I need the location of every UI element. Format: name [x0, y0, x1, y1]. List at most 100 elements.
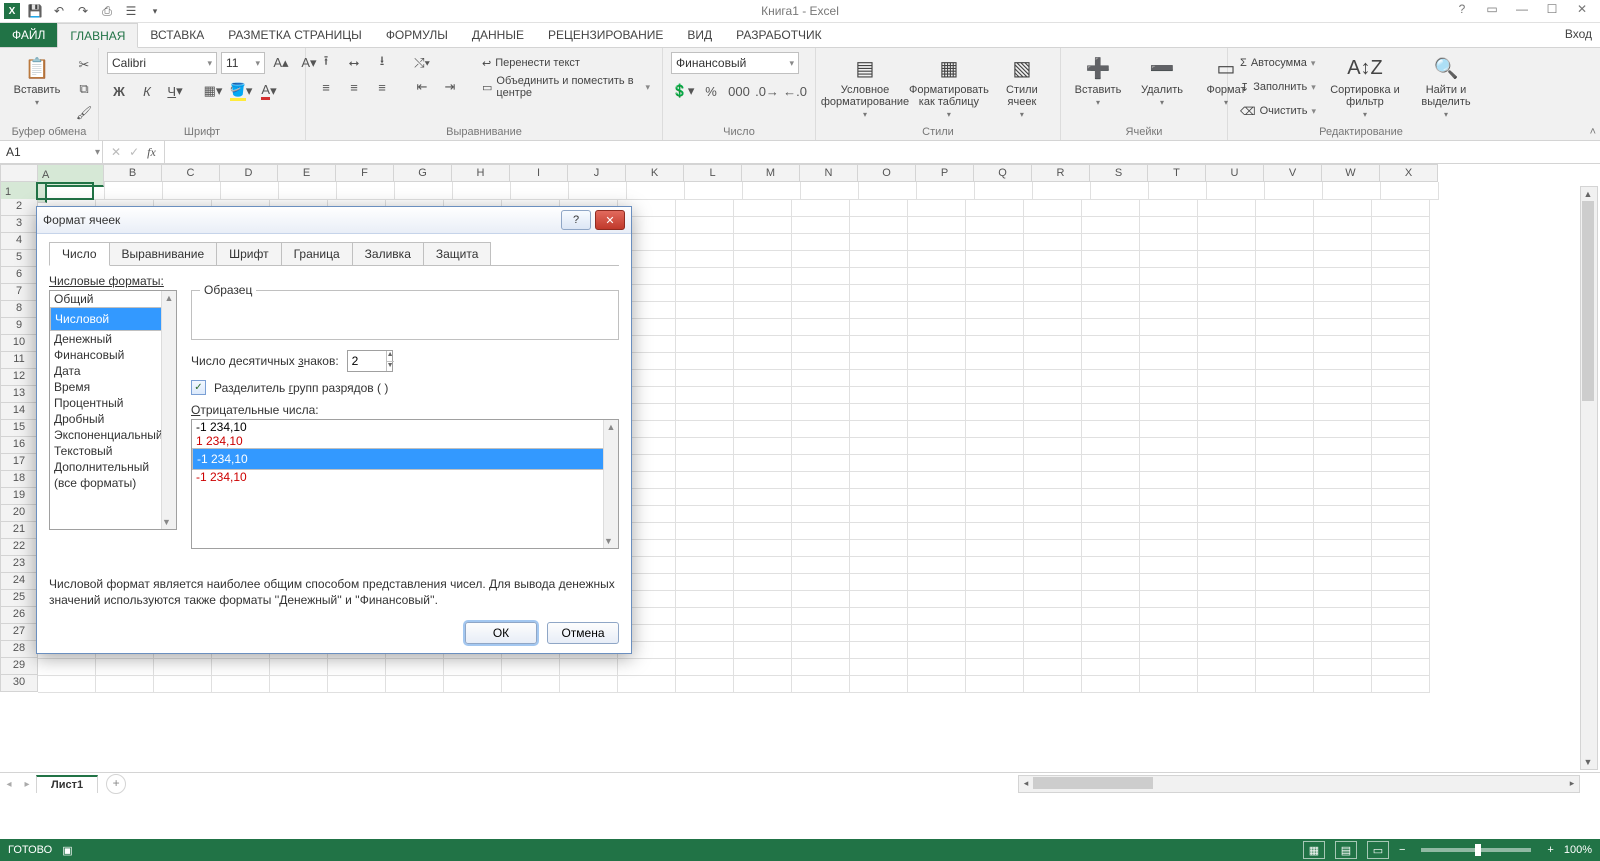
cell[interactable]	[1082, 403, 1140, 421]
cell[interactable]	[676, 607, 734, 625]
cell[interactable]	[850, 471, 908, 489]
cell[interactable]	[908, 403, 966, 421]
cell[interactable]	[908, 590, 966, 608]
cell[interactable]	[1198, 454, 1256, 472]
cell[interactable]	[1372, 556, 1430, 574]
font-name-select[interactable]: Calibri▾	[107, 52, 217, 74]
cell[interactable]	[1082, 488, 1140, 506]
cell[interactable]	[1372, 301, 1430, 319]
cell[interactable]	[966, 641, 1024, 659]
cell[interactable]	[1140, 352, 1198, 370]
cell[interactable]	[1372, 624, 1430, 642]
cell[interactable]	[1024, 624, 1082, 642]
cell[interactable]	[676, 420, 734, 438]
cell[interactable]	[850, 607, 908, 625]
cell[interactable]	[792, 403, 850, 421]
cell[interactable]	[792, 250, 850, 268]
cell[interactable]	[1082, 641, 1140, 659]
cell[interactable]	[734, 641, 792, 659]
negative-item[interactable]: -1 234,10	[192, 448, 618, 470]
cell[interactable]	[792, 216, 850, 234]
cell[interactable]	[270, 658, 328, 676]
cell[interactable]	[1024, 675, 1082, 693]
cell[interactable]	[966, 539, 1024, 557]
cell[interactable]	[792, 267, 850, 285]
cell[interactable]	[1198, 284, 1256, 302]
copy-icon[interactable]: ⧉	[72, 78, 96, 100]
category-item[interactable]: Дробный	[50, 411, 176, 427]
cell[interactable]	[1198, 641, 1256, 659]
cell[interactable]	[734, 216, 792, 234]
cell[interactable]	[966, 420, 1024, 438]
cell[interactable]	[908, 522, 966, 540]
cell[interactable]	[1314, 250, 1372, 268]
number-format-select[interactable]: Финансовый▾	[671, 52, 799, 74]
cell[interactable]	[1140, 539, 1198, 557]
cell[interactable]	[1314, 641, 1372, 659]
cell[interactable]	[734, 675, 792, 693]
row-header[interactable]: 22	[0, 539, 38, 556]
cell[interactable]	[676, 675, 734, 693]
catlist-scroll-up-icon[interactable]: ▲	[162, 291, 176, 305]
confirm-formula-icon[interactable]: ✓	[129, 145, 139, 159]
cell[interactable]	[1024, 369, 1082, 387]
category-item[interactable]: Дата	[50, 363, 176, 379]
cell[interactable]	[1024, 488, 1082, 506]
cell[interactable]	[154, 675, 212, 693]
row-header[interactable]: 24	[0, 573, 38, 590]
cell[interactable]	[1140, 607, 1198, 625]
cell[interactable]	[734, 318, 792, 336]
cell[interactable]	[1198, 522, 1256, 540]
cell[interactable]	[1314, 301, 1372, 319]
dialog-tab-5[interactable]: Защита	[423, 242, 492, 265]
cell[interactable]	[1140, 556, 1198, 574]
cell[interactable]	[908, 199, 966, 217]
cell[interactable]	[1140, 199, 1198, 217]
cell[interactable]	[1314, 352, 1372, 370]
cell[interactable]	[734, 573, 792, 591]
tab-разметка страницы[interactable]: РАЗМЕТКА СТРАНИЦЫ	[216, 23, 374, 47]
cell[interactable]	[1082, 437, 1140, 455]
cell[interactable]	[1198, 216, 1256, 234]
cell[interactable]	[792, 386, 850, 404]
row-header[interactable]: 21	[0, 522, 38, 539]
cell[interactable]	[1149, 182, 1207, 200]
row-header[interactable]: 9	[0, 318, 38, 335]
cell[interactable]	[966, 386, 1024, 404]
cell[interactable]	[734, 335, 792, 353]
fill-button[interactable]: ↧Заполнить▾	[1236, 76, 1320, 98]
negative-item[interactable]: 1 234,10	[192, 434, 618, 448]
cell[interactable]	[966, 590, 1024, 608]
row-header[interactable]: 8	[0, 301, 38, 318]
cell[interactable]	[1314, 471, 1372, 489]
cell[interactable]	[676, 250, 734, 268]
cell[interactable]	[734, 250, 792, 268]
cell[interactable]	[1372, 386, 1430, 404]
cell[interactable]	[1314, 420, 1372, 438]
cell[interactable]	[1372, 505, 1430, 523]
cell[interactable]	[676, 624, 734, 642]
cell[interactable]	[966, 352, 1024, 370]
cell[interactable]	[792, 607, 850, 625]
cell[interactable]	[908, 607, 966, 625]
cell[interactable]	[1024, 267, 1082, 285]
neglist-scroll-down-icon[interactable]: ▼	[604, 534, 613, 548]
column-header[interactable]: C	[162, 164, 220, 182]
cell[interactable]	[1198, 658, 1256, 676]
cell[interactable]	[1256, 284, 1314, 302]
cell[interactable]	[908, 233, 966, 251]
cancel-formula-icon[interactable]: ✕	[111, 145, 121, 159]
cell[interactable]	[850, 233, 908, 251]
cell[interactable]	[1024, 318, 1082, 336]
cell[interactable]	[1198, 573, 1256, 591]
cell[interactable]	[1372, 590, 1430, 608]
cell[interactable]	[850, 301, 908, 319]
align-left-icon[interactable]: ≡	[314, 76, 338, 98]
cell[interactable]	[1091, 182, 1149, 200]
row-header[interactable]: 20	[0, 505, 38, 522]
cell[interactable]	[154, 658, 212, 676]
category-item[interactable]: (все форматы)	[50, 475, 176, 491]
underline-button[interactable]: Ч▾	[163, 80, 187, 102]
cancel-button[interactable]: Отмена	[547, 622, 619, 644]
cell[interactable]	[734, 454, 792, 472]
